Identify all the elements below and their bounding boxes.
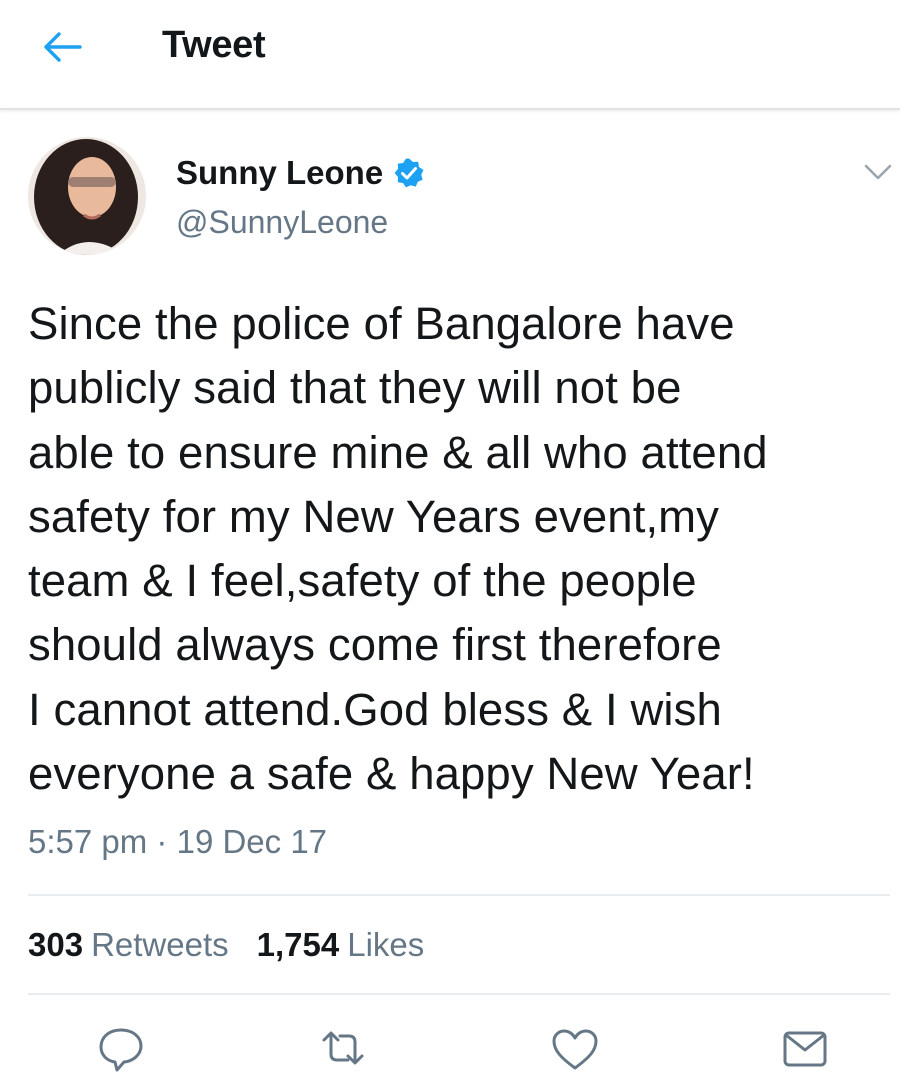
retweets-label: Retweets — [91, 926, 229, 963]
tweet-date: 19 Dec 17 — [176, 823, 328, 860]
retweets-count: 303 — [28, 926, 84, 963]
divider — [28, 993, 890, 995]
likes-count: 1,754 — [256, 926, 340, 963]
timestamp-separator: · — [156, 823, 168, 860]
tweet-text: Since the police of Bangalore have publi… — [28, 298, 768, 800]
verified-badge-icon — [394, 158, 424, 188]
share-button[interactable] — [780, 1026, 830, 1072]
tweet-options-button[interactable] — [862, 160, 894, 184]
retweet-button[interactable] — [318, 1026, 368, 1072]
top-bar: Tweet — [0, 0, 900, 110]
divider — [28, 894, 890, 896]
likes-label: Likes — [347, 926, 425, 963]
back-arrow-icon[interactable] — [38, 22, 88, 72]
chevron-down-icon[interactable] — [862, 160, 894, 184]
tweet-time: 5:57 pm — [28, 823, 148, 860]
like-icon[interactable] — [550, 1026, 600, 1072]
display-name[interactable]: Sunny Leone — [176, 154, 383, 192]
reply-button[interactable] — [96, 1026, 146, 1072]
retweet-icon[interactable] — [318, 1026, 368, 1072]
author-name[interactable]: Sunny Leone — [176, 154, 425, 192]
share-icon[interactable] — [780, 1026, 830, 1072]
author-handle[interactable]: @SunnyLeone — [176, 204, 388, 241]
like-button[interactable] — [550, 1026, 600, 1072]
tweet-timestamp[interactable]: 5:57 pm · 19 Dec 17 — [28, 823, 327, 861]
back-button[interactable] — [38, 22, 88, 72]
page-title: Tweet — [162, 24, 266, 66]
engagement-stats: 303 Retweets 1,754 Likes — [28, 926, 424, 964]
reply-icon[interactable] — [96, 1026, 146, 1072]
avatar[interactable] — [28, 137, 146, 255]
retweets-stat[interactable]: 303 Retweets — [28, 926, 229, 964]
likes-stat[interactable]: 1,754 Likes — [257, 926, 425, 964]
